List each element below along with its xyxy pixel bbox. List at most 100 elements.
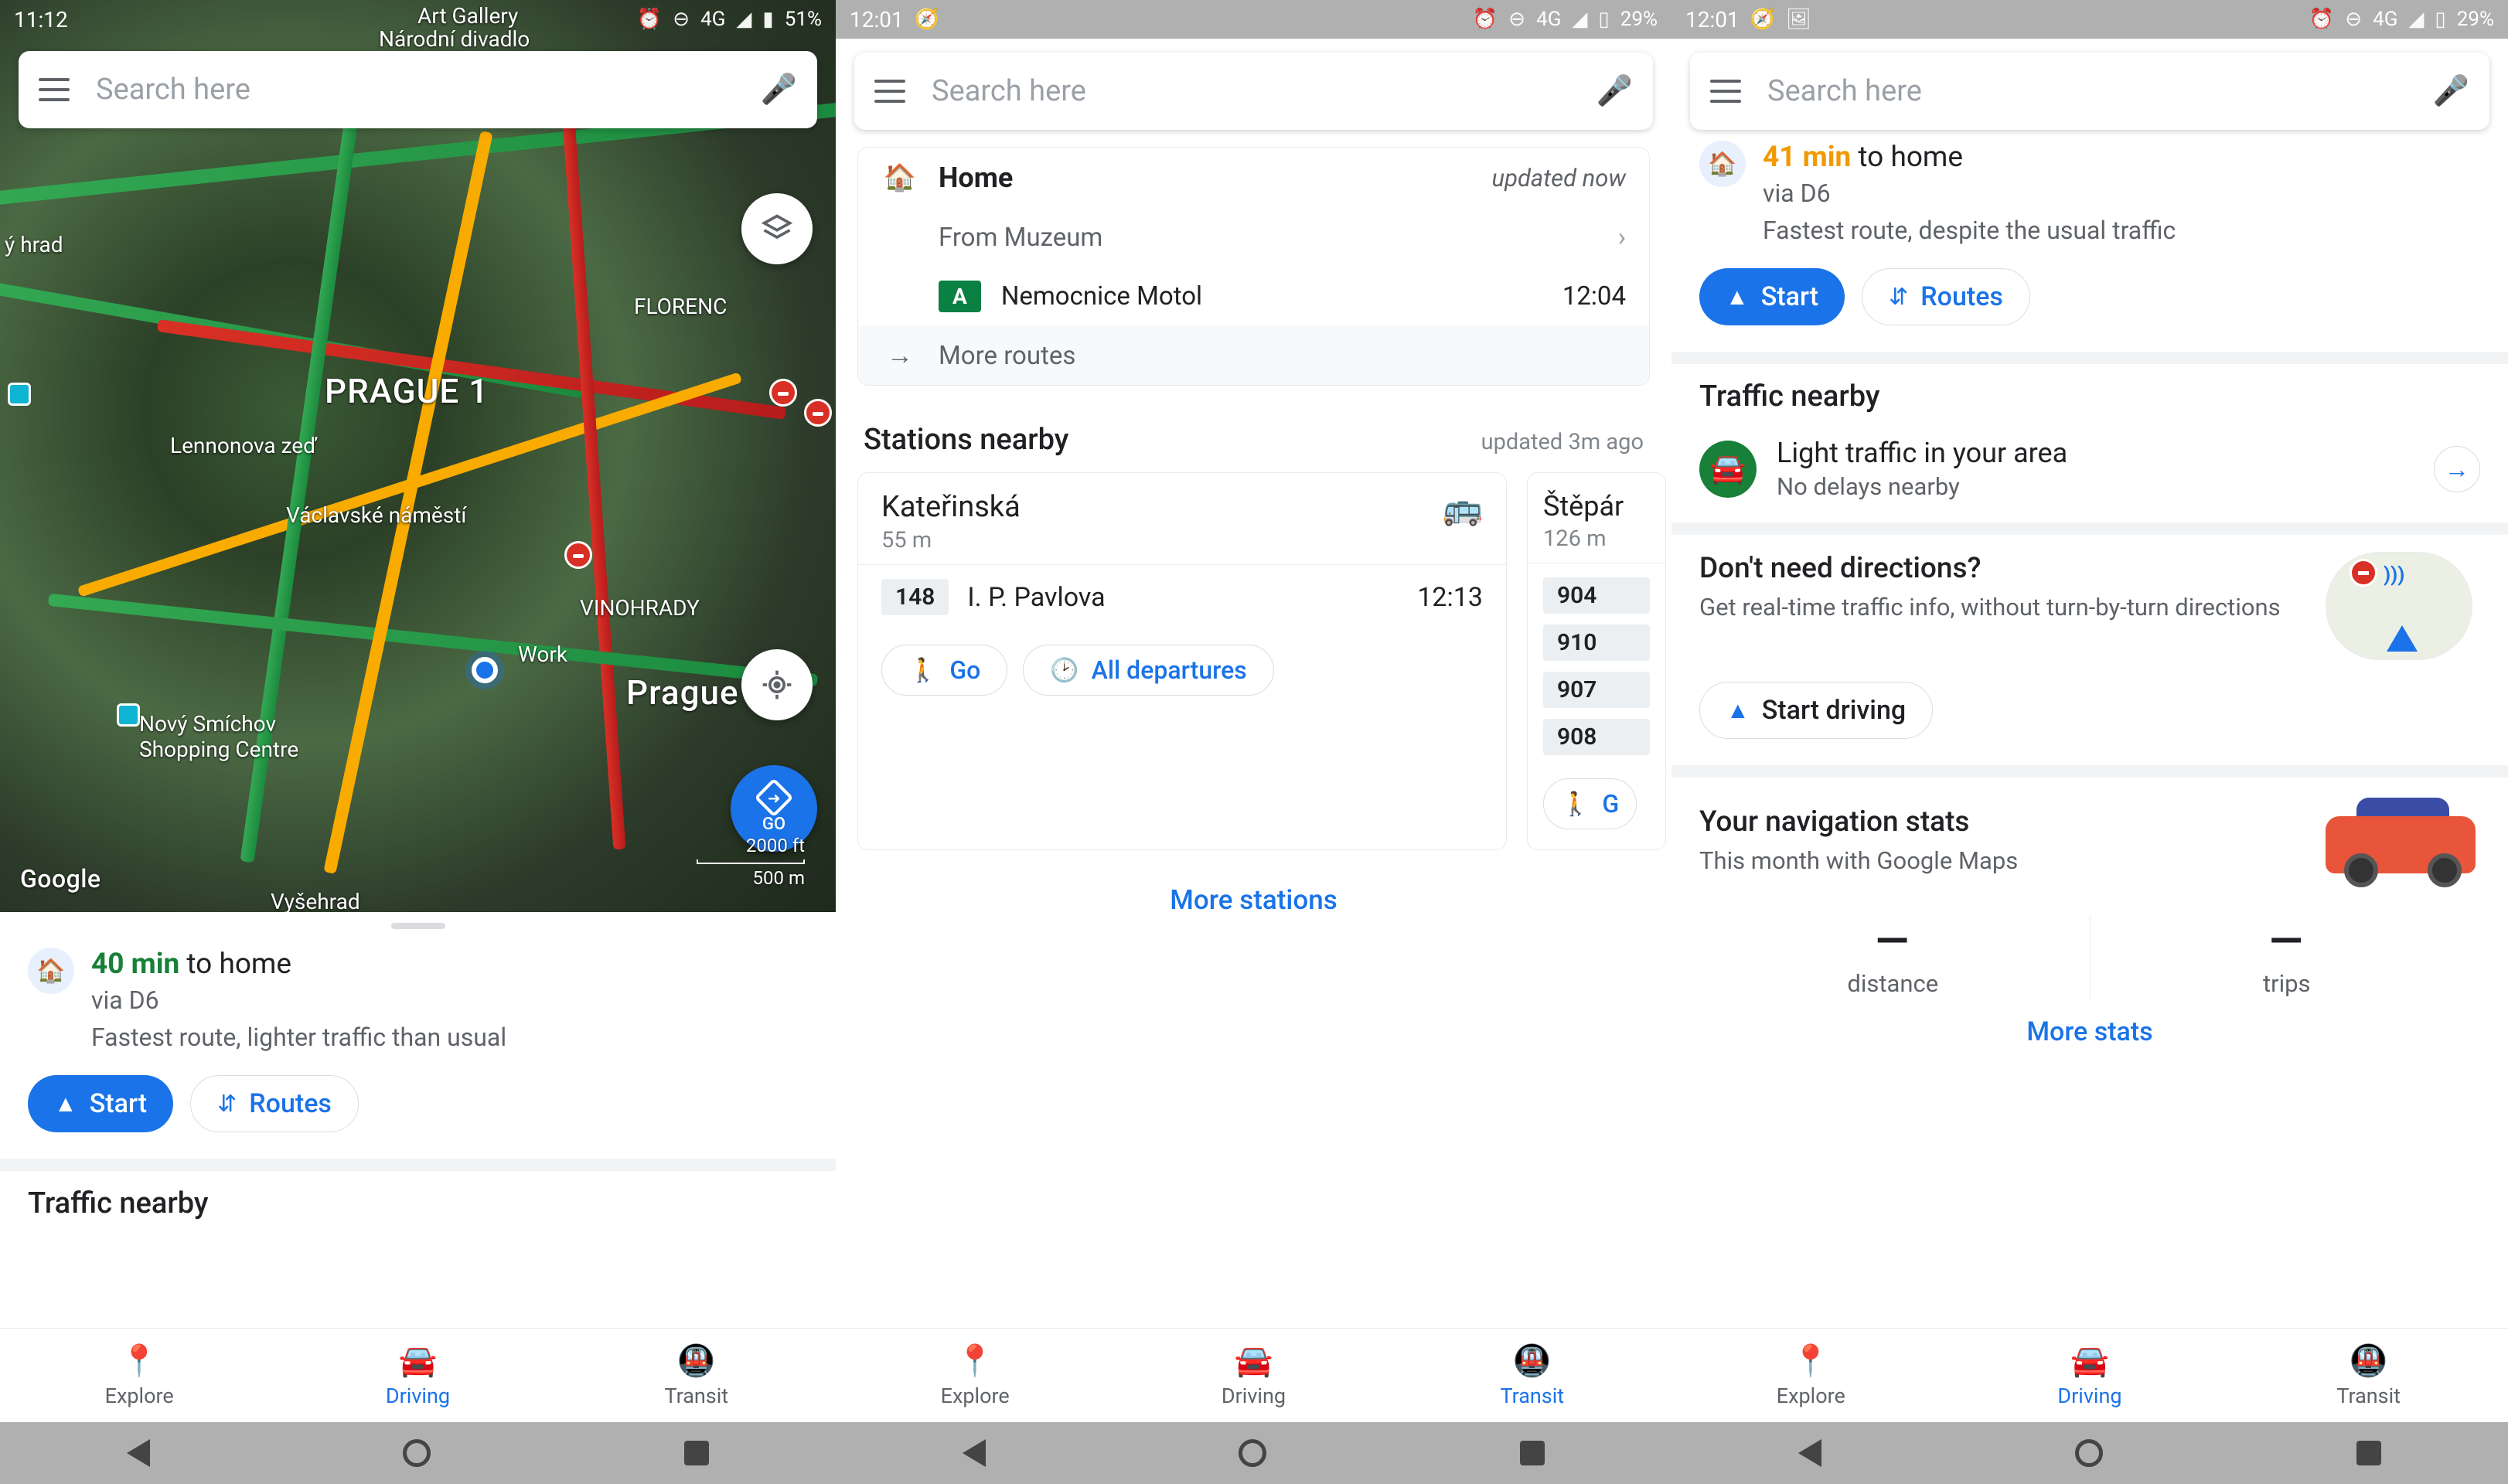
route-number: 908 [1543, 719, 1650, 755]
promo-heading: Don't need directions? [1699, 552, 2307, 585]
home-from-row[interactable]: From Muzeum › [858, 208, 1649, 267]
tab-driving[interactable]: 🚘Driving [1114, 1329, 1392, 1422]
search-bar[interactable]: Search here 🎤 [19, 51, 817, 128]
station-go-button[interactable]: 🚶G [1543, 778, 1637, 829]
routes-button[interactable]: ⇵Routes [1862, 268, 2030, 325]
tab-driving[interactable]: 🚘Driving [278, 1329, 557, 1422]
dnd-icon: ⊖ [1508, 8, 1525, 31]
search-input[interactable]: Search here [96, 73, 761, 107]
divider [1671, 522, 2508, 535]
walk-icon: 🚶 [908, 657, 937, 684]
line-destination: Nemocnice Motol [1001, 281, 1542, 311]
stat-distance-value: — [1699, 915, 2087, 966]
more-routes-button[interactable]: → More routes [858, 326, 1649, 385]
transit-icon: 🚇 [677, 1343, 716, 1379]
android-back[interactable] [127, 1439, 150, 1467]
menu-button[interactable] [1710, 80, 1741, 103]
arrow-right-icon: → [887, 340, 913, 371]
layers-button[interactable] [741, 193, 813, 264]
android-recent[interactable] [1520, 1441, 1545, 1465]
signal-icon: ◢ [736, 8, 751, 31]
map-label-vysehrad: Vyšehrad [271, 889, 360, 912]
phone-screen-driving-info: 12:01 🧭 🖼 ⏰ ⊖ 4G ◢ ▯ 29% Search here 🎤 🏠… [1671, 0, 2508, 1484]
mic-icon[interactable]: 🎤 [2433, 74, 2469, 108]
mic-icon[interactable]: 🎤 [761, 73, 797, 107]
walk-icon: 🚶 [1561, 791, 1590, 818]
start-button[interactable]: ▲Start [1699, 268, 1845, 325]
all-departures-button[interactable]: 🕑All departures [1023, 645, 1273, 696]
map-canvas[interactable]: Art Gallery Národní divadlo ý hrad FLORE… [0, 0, 836, 912]
android-nav-bar [836, 1422, 1671, 1484]
tab-explore[interactable]: 📍Explore [836, 1329, 1114, 1422]
phone-screen-transit: 12:01 🧭 ⏰ ⊖ 4G ◢ ▯ 29% Search here 🎤 🏠 H… [836, 0, 1671, 1484]
android-home[interactable] [2075, 1439, 2103, 1467]
station-go-button[interactable]: 🚶Go [881, 645, 1007, 696]
signal-icon: ◢ [1572, 8, 1587, 31]
route-number: 910 [1543, 625, 1650, 661]
station-card[interactable]: Kateřinská 55 m 🚌 148 I. P. Pavlova 12:1… [857, 472, 1507, 850]
search-input[interactable]: Search here [932, 74, 1596, 108]
android-back[interactable] [1798, 1439, 1821, 1467]
status-time: 12:01 [1685, 7, 1740, 32]
home-route-card[interactable]: 🏠 Home updated now From Muzeum › A Nemoc… [857, 147, 1650, 386]
traffic-sub: No delays nearby [1777, 472, 2414, 501]
route-number: 907 [1543, 672, 1650, 708]
android-nav-bar [0, 1422, 836, 1484]
road-closure-icon [769, 379, 797, 407]
more-stations-button[interactable]: More stations [836, 850, 1671, 931]
android-home[interactable] [403, 1439, 431, 1467]
promo-illustration: ))) [2326, 552, 2480, 668]
dnd-icon: ⊖ [673, 8, 690, 31]
traffic-card[interactable]: 🚘 Light traffic in your area No delays n… [1671, 421, 2508, 522]
map-label-hrad: ý hrad [5, 232, 63, 257]
locate-me-button[interactable] [741, 649, 813, 720]
promo-sub: Get real-time traffic info, without turn… [1699, 591, 2307, 624]
menu-button[interactable] [39, 78, 70, 101]
go-label: GO [762, 815, 785, 834]
search-bar[interactable]: Search here 🎤 [1690, 53, 2489, 130]
android-back[interactable] [963, 1439, 986, 1467]
status-bar: 12:01 🧭 ⏰ ⊖ 4G ◢ ▯ 29% [836, 0, 1671, 39]
tab-transit[interactable]: 🚇Transit [1393, 1329, 1671, 1422]
mic-icon[interactable]: 🎤 [1596, 74, 1633, 108]
commute-dest: to home [1858, 141, 1963, 174]
bottom-nav: 📍Explore 🚘Driving 🚇Transit [0, 1328, 836, 1422]
status-time: 12:01 [850, 7, 904, 32]
search-bar[interactable]: Search here 🎤 [854, 53, 1653, 130]
arrow-right-button[interactable]: → [2434, 446, 2480, 492]
commute-sheet[interactable]: 🏠 40 min to home via D6 Fastest route, l… [0, 912, 836, 1328]
divider [1671, 765, 2508, 778]
tab-transit[interactable]: 🚇Transit [2229, 1329, 2508, 1422]
traffic-status-icon: 🚘 [1699, 441, 1757, 498]
station-distance: 55 m [881, 527, 1021, 553]
menu-button[interactable] [874, 80, 905, 103]
tab-driving[interactable]: 🚘Driving [1951, 1329, 2230, 1422]
search-input[interactable]: Search here [1767, 74, 2433, 108]
commute-summary[interactable]: 🏠 41 min to home via D6 Fastest route, d… [1671, 136, 2508, 254]
home-icon: 🏠 [28, 948, 74, 994]
driving-info-scroll[interactable]: 🏠 41 min to home via D6 Fastest route, d… [1671, 136, 2508, 1328]
poi-marker [8, 383, 31, 406]
line-time: 12:04 [1562, 281, 1626, 311]
stations-scroller[interactable]: Kateřinská 55 m 🚌 148 I. P. Pavlova 12:1… [836, 472, 1671, 850]
departure-time: 12:13 [1417, 582, 1483, 613]
tab-explore[interactable]: 📍Explore [1671, 1329, 1951, 1422]
tab-transit[interactable]: 🚇Transit [557, 1329, 836, 1422]
departure-row[interactable]: 148 I. P. Pavlova 12:13 [858, 565, 1506, 629]
drag-handle[interactable] [391, 923, 445, 929]
android-home[interactable] [1239, 1439, 1266, 1467]
home-line-row[interactable]: A Nemocnice Motol 12:04 [858, 267, 1649, 326]
start-driving-button[interactable]: ▲Start driving [1699, 682, 1933, 739]
image-icon: 🖼 [1786, 8, 1811, 31]
android-recent[interactable] [684, 1441, 709, 1465]
commute-summary[interactable]: 🏠 40 min to home via D6 Fastest route, l… [0, 929, 836, 1061]
commute-time: 41 min [1763, 141, 1851, 174]
routes-button[interactable]: ⇵Routes [190, 1075, 359, 1132]
android-recent[interactable] [2356, 1441, 2381, 1465]
start-button[interactable]: ▲Start [28, 1075, 173, 1132]
home-from: From Muzeum [939, 223, 1598, 253]
station-card[interactable]: Štěpár 126 m 904 910 907 908 🚶G [1527, 472, 1666, 850]
more-stats-button[interactable]: More stats [1671, 1007, 2508, 1064]
tab-explore[interactable]: 📍Explore [0, 1329, 278, 1422]
station-name: Kateřinská [881, 490, 1021, 524]
